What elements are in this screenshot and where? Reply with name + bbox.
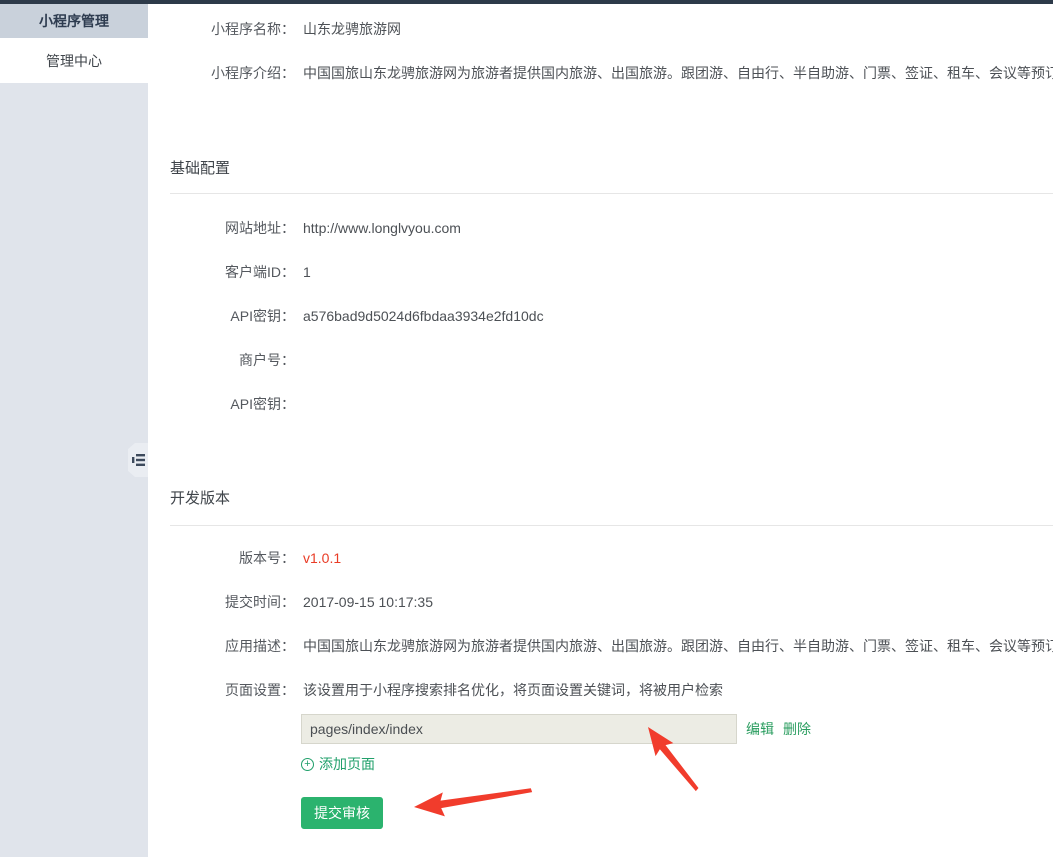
- page-keyword-row: 编辑 删除: [301, 714, 1053, 744]
- website-url-label: 网站地址：: [148, 218, 295, 238]
- submit-review-button[interactable]: 提交审核: [301, 797, 383, 829]
- dev-version-section-title: 开发版本: [170, 489, 1053, 509]
- app-description-value: 中国国旅山东龙骋旅游网为旅游者提供国内旅游、出国旅游。跟团游、自由行、半自助游、…: [303, 636, 1053, 656]
- app-description-label: 应用描述：: [148, 636, 295, 656]
- add-page-row: + 添加页面: [301, 754, 1053, 774]
- plus-circle-icon: +: [301, 758, 314, 771]
- page-settings-label: 页面设置：: [148, 680, 295, 700]
- row-page-settings: 页面设置： 该设置用于小程序搜索排名优化，将页面设置关键词，将被用户检索: [148, 668, 1053, 712]
- row-version-number: 版本号： v1.0.1: [148, 536, 1053, 580]
- merchant-id-label: 商户号：: [148, 350, 295, 370]
- client-id-label: 客户端ID：: [148, 262, 295, 282]
- row-client-id: 客户端ID： 1: [148, 250, 1053, 294]
- sidebar: 小程序管理 管理中心: [0, 4, 148, 857]
- miniprogram-intro-value: 中国国旅山东龙骋旅游网为旅游者提供国内旅游、出国旅游。跟团游、自由行、半自助游、…: [303, 63, 1053, 83]
- row-pay-api-secret: API密钥：: [148, 382, 1053, 426]
- page: 小程序管理 管理中心 小程序名称： 山东龙骋旅游网 小程序介绍： 中国国旅山东龙…: [0, 0, 1053, 857]
- sidebar-collapse-toggle[interactable]: [128, 443, 148, 477]
- row-website-url: 网站地址： http://www.longlvyou.com: [148, 206, 1053, 250]
- basic-config-section-title: 基础配置: [170, 159, 1053, 179]
- main-content: 小程序名称： 山东龙骋旅游网 小程序介绍： 中国国旅山东龙骋旅游网为旅游者提供国…: [148, 4, 1053, 857]
- client-id-value: 1: [303, 264, 311, 280]
- submit-time-value: 2017-09-15 10:17:35: [303, 594, 433, 610]
- add-page-label: 添加页面: [319, 754, 375, 774]
- row-merchant-id: 商户号：: [148, 338, 1053, 382]
- api-secret-value: a576bad9d5024d6fbdaa3934e2fd10dc: [303, 308, 544, 324]
- row-app-description: 应用描述： 中国国旅山东龙骋旅游网为旅游者提供国内旅游、出国旅游。跟团游、自由行…: [148, 624, 1053, 668]
- edit-link[interactable]: 编辑: [746, 719, 774, 739]
- api-secret-label: API密钥：: [148, 306, 295, 326]
- website-url-value: http://www.longlvyou.com: [303, 220, 461, 236]
- version-number-value: v1.0.1: [303, 550, 341, 566]
- row-miniprogram-name: 小程序名称： 山东龙骋旅游网: [148, 7, 1053, 51]
- miniprogram-name-value: 山东龙骋旅游网: [303, 19, 401, 39]
- sidebar-header-miniprogram-management[interactable]: 小程序管理: [0, 4, 148, 38]
- version-number-label: 版本号：: [148, 548, 295, 568]
- sidebar-item-manage-center[interactable]: 管理中心: [0, 38, 148, 83]
- page-path-input[interactable]: [301, 714, 737, 744]
- miniprogram-name-label: 小程序名称：: [148, 19, 295, 39]
- row-miniprogram-intro: 小程序介绍： 中国国旅山东龙骋旅游网为旅游者提供国内旅游、出国旅游。跟团游、自由…: [148, 51, 1053, 95]
- row-submit-time: 提交时间： 2017-09-15 10:17:35: [148, 580, 1053, 624]
- add-page-link[interactable]: + 添加页面: [301, 754, 375, 774]
- delete-link[interactable]: 删除: [783, 719, 811, 739]
- collapse-menu-icon: [131, 451, 146, 469]
- page-settings-hint: 该设置用于小程序搜索排名优化，将页面设置关键词，将被用户检索: [303, 680, 723, 700]
- row-api-secret: API密钥： a576bad9d5024d6fbdaa3934e2fd10dc: [148, 294, 1053, 338]
- miniprogram-intro-label: 小程序介绍：: [148, 63, 295, 83]
- submit-time-label: 提交时间：: [148, 592, 295, 612]
- pay-api-secret-label: API密钥：: [148, 394, 295, 414]
